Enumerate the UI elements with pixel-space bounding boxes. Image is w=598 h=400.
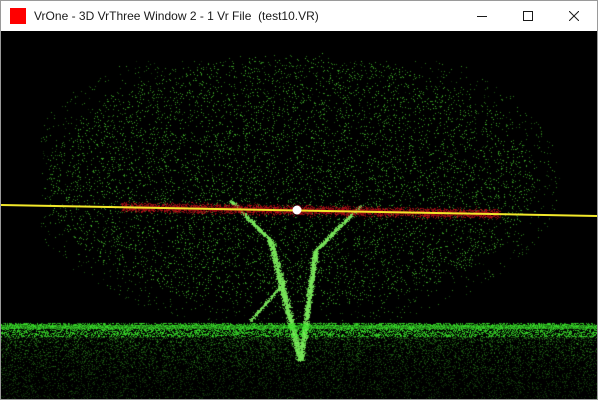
window-title: VrOne - 3D VrThree Window 2 - 1 Vr File … (34, 9, 319, 23)
measurement-overlay (1, 204, 597, 217)
maximize-button[interactable] (505, 1, 551, 31)
maximize-icon (523, 11, 533, 21)
minimize-icon (477, 16, 487, 17)
close-button[interactable] (551, 1, 597, 31)
3d-point-cloud-viewport[interactable] (1, 31, 597, 399)
title-bar[interactable]: VrOne - 3D VrThree Window 2 - 1 Vr File … (1, 1, 597, 31)
app-icon[interactable] (10, 8, 26, 24)
app-icon-red-square (10, 8, 26, 24)
cursor-point[interactable] (292, 205, 302, 215)
close-icon (569, 11, 579, 21)
vrone-window: VrOne - 3D VrThree Window 2 - 1 Vr File … (0, 0, 598, 400)
minimize-button[interactable] (459, 1, 505, 31)
